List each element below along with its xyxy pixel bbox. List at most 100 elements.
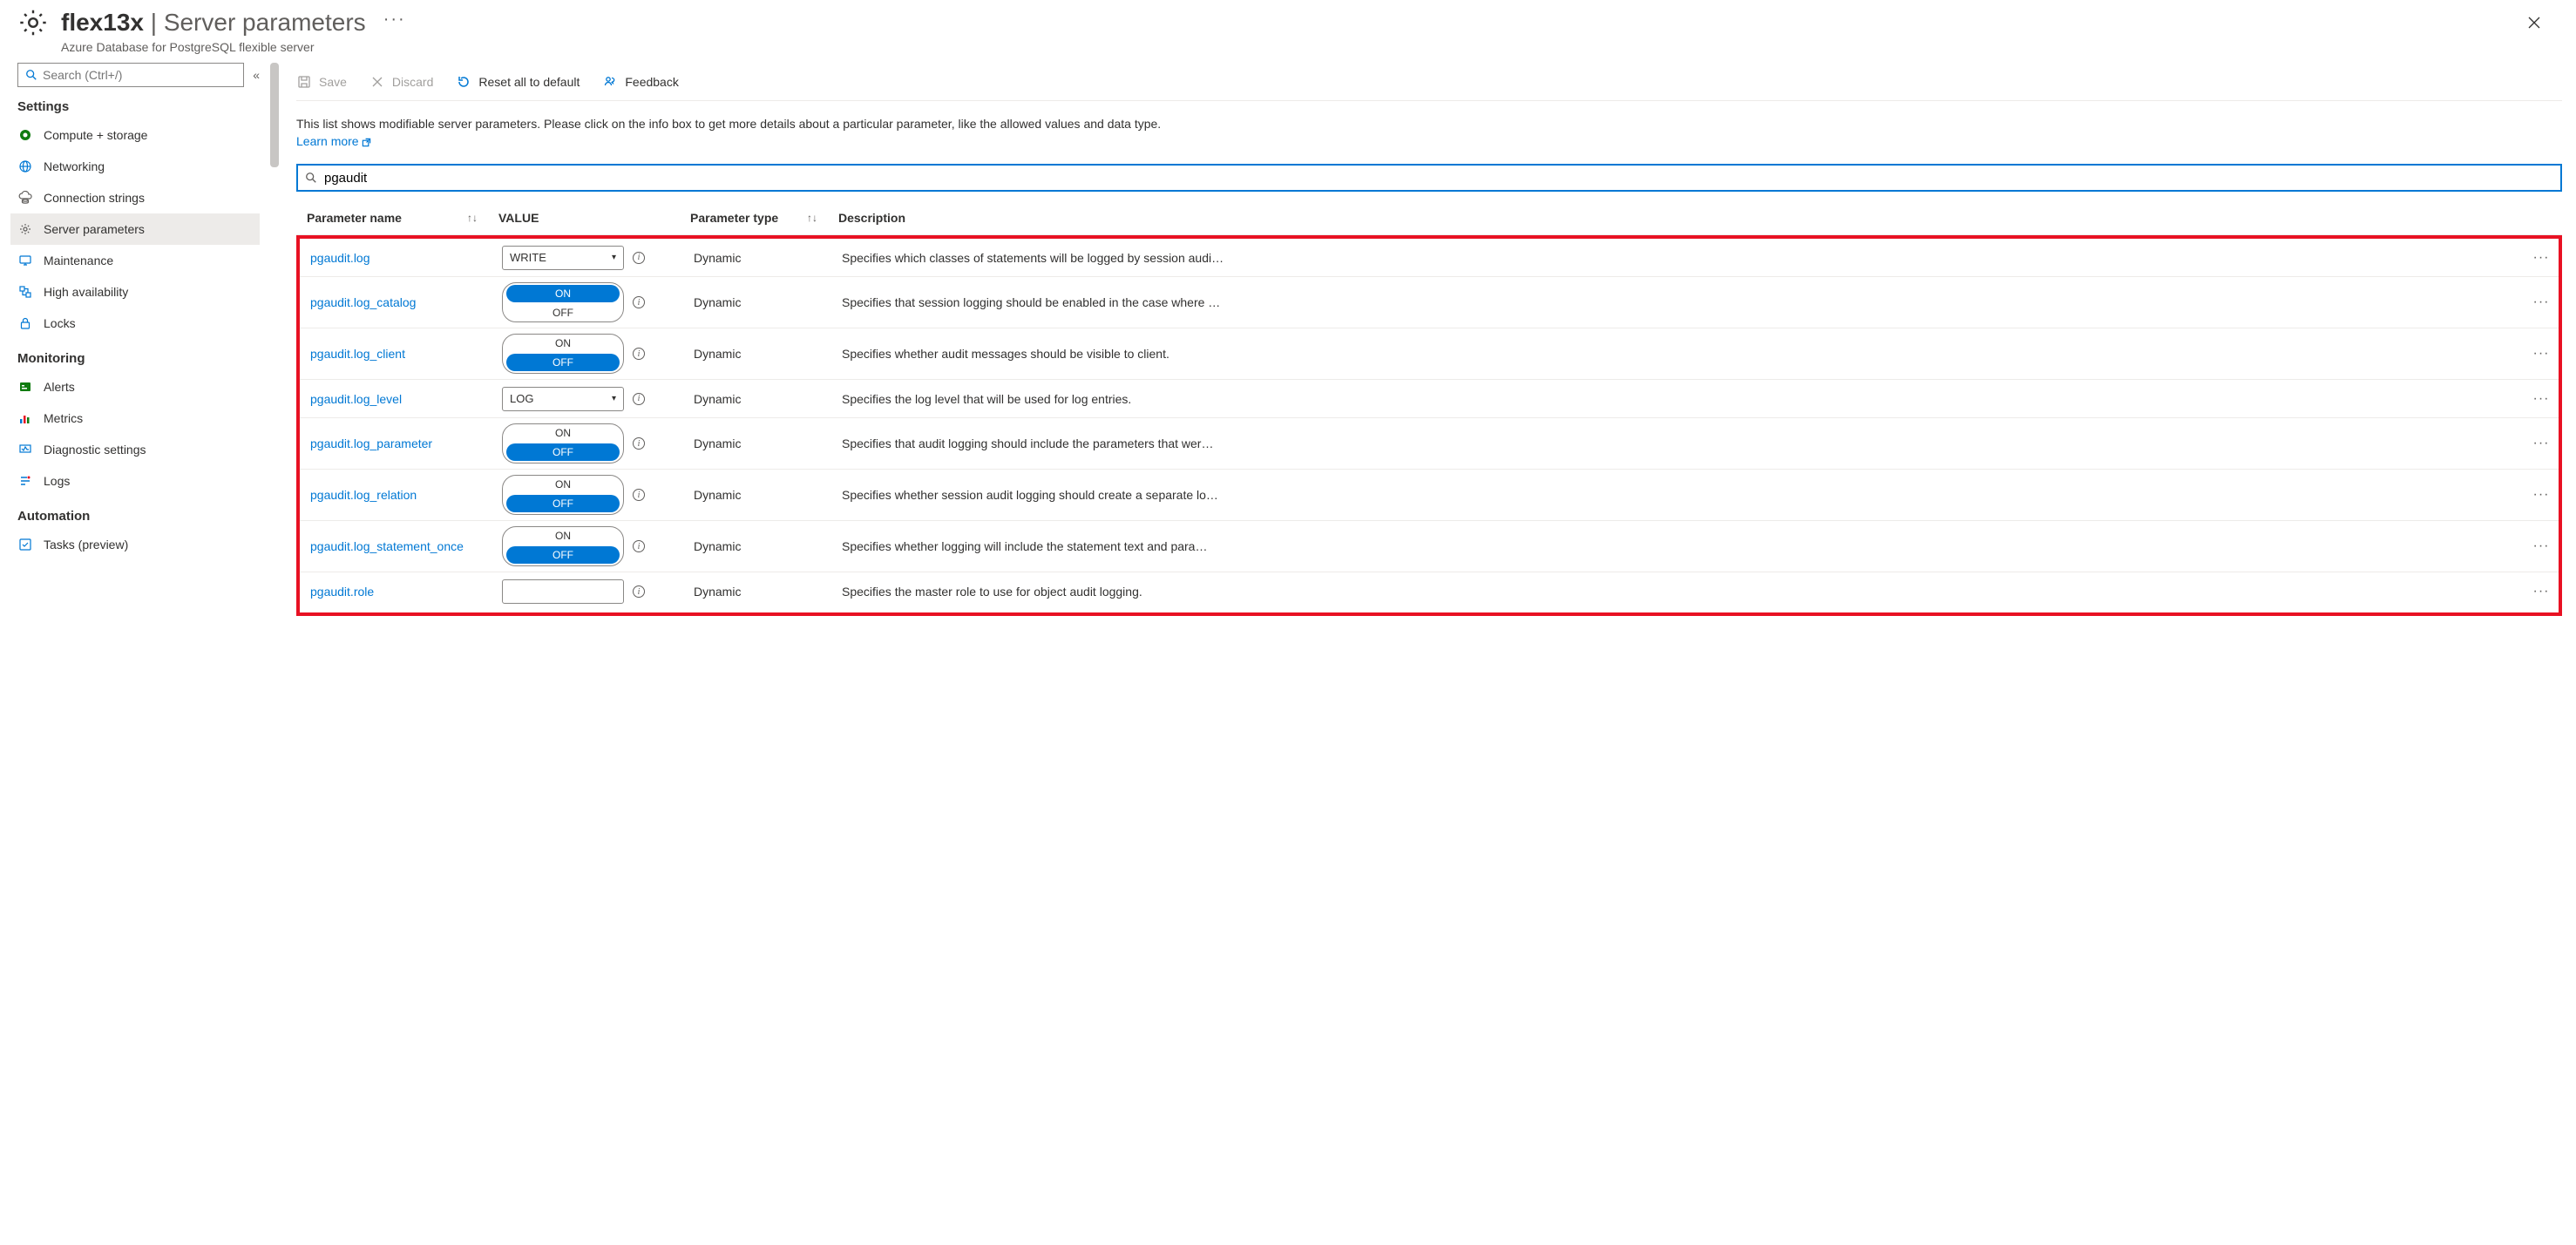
highlighted-rows: pgaudit.logWRITE▾iDynamicSpecifies which… <box>296 235 2562 616</box>
info-icon[interactable]: i <box>633 540 645 552</box>
parameter-type: Dynamic <box>683 436 831 450</box>
reset-icon <box>456 74 471 90</box>
sidebar-item-label: Maintenance <box>44 254 113 267</box>
sidebar-item-connection-strings[interactable]: Connection strings <box>10 182 260 213</box>
value-toggle[interactable]: ONOFF <box>502 423 624 463</box>
sidebar-item-metrics[interactable]: Metrics <box>10 403 260 434</box>
sidebar-item-label: Alerts <box>44 380 75 394</box>
row-more-button[interactable]: ··· <box>2533 250 2550 265</box>
toggle-on[interactable]: ON <box>503 476 623 493</box>
toggle-off[interactable]: OFF <box>506 546 620 564</box>
sidebar: « SettingsCompute + storageNetworkingCon… <box>0 63 270 1245</box>
gear-icon <box>17 7 49 38</box>
sidebar-item-maintenance[interactable]: Maintenance <box>10 245 260 276</box>
close-button[interactable] <box>2527 16 2541 30</box>
column-header-type[interactable]: Parameter type ↑↓ <box>680 211 828 225</box>
value-select[interactable]: WRITE▾ <box>502 246 624 270</box>
parameter-link[interactable]: pgaudit.log_level <box>310 392 402 406</box>
column-header-name[interactable]: Parameter name ↑↓ <box>296 211 488 225</box>
parameter-type: Dynamic <box>683 585 831 599</box>
info-icon[interactable]: i <box>633 296 645 308</box>
save-button[interactable]: Save <box>296 74 347 90</box>
sidebar-item-diagnostic-settings[interactable]: Diagnostic settings <box>10 434 260 465</box>
parameter-search-input[interactable] <box>324 171 2553 186</box>
sidebar-item-label: Metrics <box>44 411 83 425</box>
value-toggle[interactable]: ON OFF <box>502 282 624 322</box>
toggle-off[interactable]: OFF <box>506 495 620 512</box>
row-more-button[interactable]: ··· <box>2533 487 2550 502</box>
value-select[interactable]: LOG▾ <box>502 387 624 411</box>
reset-button[interactable]: Reset all to default <box>456 74 580 90</box>
sidebar-item-label: Networking <box>44 159 105 173</box>
parameter-table: Parameter name ↑↓ VALUE Parameter type ↑… <box>296 200 2562 616</box>
sidebar-item-locks[interactable]: Locks <box>10 308 260 339</box>
column-header-desc[interactable]: Description <box>828 211 2527 225</box>
parameter-link[interactable]: pgaudit.log_catalog <box>310 295 416 309</box>
parameter-type: Dynamic <box>683 392 831 406</box>
column-header-value[interactable]: VALUE <box>488 211 680 225</box>
row-more-button[interactable]: ··· <box>2533 584 2550 599</box>
sidebar-item-high-availability[interactable]: High availability <box>10 276 260 308</box>
server-name: flex13x <box>61 9 144 36</box>
metrics-icon <box>17 410 33 426</box>
row-more-button[interactable]: ··· <box>2533 346 2550 361</box>
sidebar-item-alerts[interactable]: Alerts <box>10 371 260 403</box>
parameter-link[interactable]: pgaudit.log_relation <box>310 488 417 502</box>
value-toggle[interactable]: ONOFF <box>502 526 624 566</box>
sidebar-item-logs[interactable]: Logs <box>10 465 260 497</box>
parameter-link[interactable]: pgaudit.log_statement_once <box>310 539 464 553</box>
sidebar-item-compute-storage[interactable]: Compute + storage <box>10 119 260 151</box>
parameter-link[interactable]: pgaudit.role <box>310 585 374 599</box>
sidebar-search-input[interactable] <box>43 68 236 82</box>
info-icon[interactable]: i <box>633 489 645 501</box>
parameter-type: Dynamic <box>683 488 831 502</box>
sidebar-item-tasks-preview-[interactable]: Tasks (preview) <box>10 529 260 560</box>
parameter-link[interactable]: pgaudit.log <box>310 251 370 265</box>
search-icon <box>25 69 37 81</box>
toggle-on[interactable]: ON <box>503 424 623 442</box>
table-row: pgaudit.log_statement_onceONOFFiDynamicS… <box>300 521 2559 572</box>
parameter-link[interactable]: pgaudit.log_client <box>310 347 405 361</box>
scrollbar-thumb[interactable] <box>270 63 279 167</box>
sidebar-heading: Automation <box>17 509 260 524</box>
parameter-search[interactable] <box>296 164 2562 192</box>
toggle-on[interactable]: ON <box>506 285 620 302</box>
toggle-on[interactable]: ON <box>503 335 623 352</box>
parameter-desc: Specifies whether audit messages should … <box>831 347 2524 361</box>
row-more-button[interactable]: ··· <box>2533 391 2550 406</box>
toggle-on[interactable]: ON <box>503 527 623 545</box>
info-icon[interactable]: i <box>633 437 645 450</box>
sort-icon: ↑↓ <box>467 212 478 224</box>
sidebar-item-label: Tasks (preview) <box>44 538 128 551</box>
sidebar-item-networking[interactable]: Networking <box>10 151 260 182</box>
toggle-off[interactable]: OFF <box>503 304 623 321</box>
sidebar-item-label: Server parameters <box>44 222 145 236</box>
toggle-off[interactable]: OFF <box>506 354 620 371</box>
value-input[interactable] <box>502 579 624 604</box>
row-more-button[interactable]: ··· <box>2533 436 2550 450</box>
info-icon[interactable]: i <box>633 348 645 360</box>
sidebar-item-label: Connection strings <box>44 191 145 205</box>
parameter-desc: Specifies that session logging should be… <box>831 295 2524 309</box>
chevron-down-icon: ▾ <box>612 394 616 403</box>
sidebar-collapse-button[interactable]: « <box>253 68 260 82</box>
sidebar-item-label: Logs <box>44 474 70 488</box>
value-toggle[interactable]: ON OFF <box>502 334 624 374</box>
info-icon[interactable]: i <box>633 585 645 598</box>
parameter-link[interactable]: pgaudit.log_parameter <box>310 436 432 450</box>
parameter-desc: Specifies that audit logging should incl… <box>831 436 2524 450</box>
info-icon[interactable]: i <box>633 393 645 405</box>
feedback-button[interactable]: Feedback <box>602 74 678 90</box>
toggle-off[interactable]: OFF <box>506 443 620 461</box>
row-more-button[interactable]: ··· <box>2533 538 2550 553</box>
value-toggle[interactable]: ON OFF <box>502 475 624 515</box>
header-more-button[interactable]: ··· <box>383 10 406 30</box>
cloud-db-icon <box>17 190 33 206</box>
sidebar-item-server-parameters[interactable]: Server parameters <box>10 213 260 245</box>
learn-more-link[interactable]: Learn more <box>296 134 2562 148</box>
globe-icon <box>17 159 33 174</box>
sidebar-search[interactable] <box>17 63 244 87</box>
discard-button[interactable]: Discard <box>369 74 433 90</box>
row-more-button[interactable]: ··· <box>2533 294 2550 309</box>
info-icon[interactable]: i <box>633 252 645 264</box>
